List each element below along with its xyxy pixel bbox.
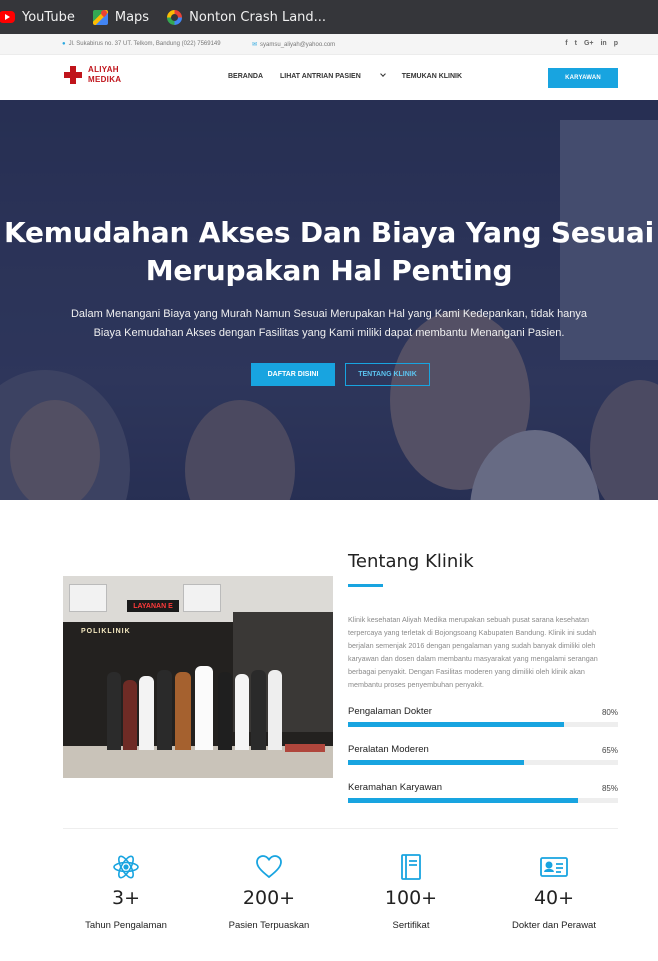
- email-text: syamsu_aliyah@yahoo.com: [260, 41, 336, 48]
- photo-mat: [285, 744, 325, 752]
- youtube-icon: [0, 11, 15, 23]
- karyawan-button[interactable]: KARYAWAN: [548, 68, 618, 88]
- stat-label: Pasien Terpuaskan: [228, 920, 310, 931]
- twitter-icon[interactable]: t: [575, 40, 577, 47]
- photo-person: [175, 672, 191, 750]
- skill-label: Keramahan Karyawan: [348, 782, 442, 793]
- nav-menu: BERANDA LIHAT ANTRIAN PASIEN TEMUKAN KLI…: [228, 71, 479, 80]
- medical-cross-icon: [64, 66, 82, 84]
- site-logo[interactable]: ALIYAH MEDIKA: [64, 65, 121, 85]
- nav-item-beranda[interactable]: BERANDA: [228, 73, 263, 80]
- photo-person: [139, 676, 154, 750]
- daftar-disini-button[interactable]: DAFTAR DISINI: [251, 363, 335, 386]
- logo-text: ALIYAH MEDIKA: [88, 65, 121, 85]
- photo-person: [157, 670, 172, 750]
- hero-banner: Kemudahan Akses Dan Biaya Yang Sesuai Me…: [0, 100, 658, 500]
- stat-item: 200+ Pasien Terpuaskan: [199, 852, 339, 931]
- title-underline: [348, 584, 383, 587]
- about-text: Klinik kesehatan Aliyah Medika merupakan…: [348, 615, 598, 690]
- pinterest-icon[interactable]: p: [614, 40, 618, 47]
- hero-title: Kemudahan Akses Dan Biaya Yang Sesuai Me…: [4, 216, 654, 287]
- bookmark-label: Nonton Crash Land...: [189, 9, 327, 25]
- skill-bar: Peralatan Moderen 65%: [348, 744, 618, 765]
- skill-track: [348, 722, 618, 727]
- stat-label: Dokter dan Perawat: [512, 920, 596, 931]
- chevron-down-icon: [379, 71, 386, 77]
- skill-fill: [348, 760, 524, 765]
- facebook-icon[interactable]: f: [565, 40, 567, 47]
- site-icon: [167, 9, 183, 25]
- stat-label: Sertifikat: [392, 920, 430, 931]
- bookmarks-bar: YouTube Maps Nonton Crash Land...: [0, 0, 658, 34]
- photo-person: [123, 680, 137, 750]
- skill-fill: [348, 722, 564, 727]
- envelope-icon: ✉: [252, 42, 258, 48]
- photo-person: [268, 670, 282, 750]
- email-info: ✉ syamsu_aliyah@yahoo.com: [252, 41, 336, 49]
- section-divider: [63, 828, 618, 829]
- nav-item-lihat-antrian[interactable]: LIHAT ANTRIAN PASIEN: [280, 71, 386, 80]
- stat-label: Tahun Pengalaman: [85, 920, 167, 931]
- photo-sign-text: POLIKLINIK: [81, 628, 131, 635]
- photo-person: [195, 666, 213, 750]
- bookmark-label: YouTube: [22, 9, 75, 25]
- bookmark-label: Maps: [114, 9, 150, 25]
- skill-bar: Keramahan Karyawan 85%: [348, 782, 618, 803]
- photo-ac-unit: [69, 584, 107, 612]
- certificate-icon: [341, 852, 481, 882]
- maps-icon: [92, 9, 108, 25]
- stat-number: 100+: [384, 887, 438, 909]
- bookmark-maps[interactable]: Maps: [92, 0, 150, 34]
- stat-item: 40+ Dokter dan Perawat: [484, 852, 624, 931]
- linkedin-icon[interactable]: in: [600, 40, 606, 47]
- skill-label: Peralatan Moderen: [348, 744, 429, 755]
- tentang-klinik-button[interactable]: TENTANG KLINIK: [345, 363, 430, 386]
- stat-item: 100+ Sertifikat: [341, 852, 481, 931]
- skill-percent: 65%: [601, 746, 618, 755]
- atom-icon: [56, 852, 196, 882]
- stat-number: 200+: [242, 887, 296, 909]
- logo-line-1: ALIYAH: [88, 65, 119, 74]
- heart-icon: [199, 852, 339, 882]
- bookmark-youtube[interactable]: YouTube: [0, 0, 75, 34]
- skill-fill: [348, 798, 578, 803]
- photo-sign-text: LAYANAN E: [133, 602, 173, 610]
- skill-track: [348, 798, 618, 803]
- photo-sign-poliklinik: POLIKLINIK: [81, 628, 149, 640]
- bookmark-site[interactable]: Nonton Crash Land...: [167, 0, 326, 34]
- photo-ac-unit: [183, 584, 221, 612]
- main-nav: ALIYAH MEDIKA BERANDA LIHAT ANTRIAN PASI…: [0, 56, 658, 100]
- skill-percent: 80%: [601, 708, 618, 717]
- photo-person: [218, 672, 232, 750]
- address-info: ● Jl. Sukabirus no. 37 UT. Telkom, Bandu…: [62, 41, 221, 47]
- skill-label: Pengalaman Dokter: [348, 706, 432, 717]
- top-info-bar: ● Jl. Sukabirus no. 37 UT. Telkom, Bandu…: [0, 34, 658, 55]
- stat-number: 40+: [533, 887, 575, 909]
- nav-item-label: LIHAT ANTRIAN PASIEN: [280, 73, 361, 80]
- photo-person: [235, 674, 249, 750]
- nav-item-temukan-klinik[interactable]: TEMUKAN KLINIK: [402, 73, 462, 80]
- photo-sign-layanan: LAYANAN E: [127, 600, 179, 612]
- photo-person: [107, 672, 121, 750]
- hero-text: Dalam Menangani Biaya yang Murah Namun S…: [70, 308, 588, 339]
- social-links: f t G+ in p: [565, 40, 618, 47]
- map-marker-icon: ●: [62, 41, 66, 47]
- stat-item: 3+ Tahun Pengalaman: [56, 852, 196, 931]
- stat-number: 3+: [111, 887, 140, 909]
- logo-line-2: MEDIKA: [88, 75, 122, 84]
- hero-overlay: [0, 100, 658, 500]
- skill-percent: 85%: [601, 784, 618, 793]
- clinic-photo: LAYANAN E POLIKLINIK: [63, 576, 333, 778]
- skill-bar: Pengalaman Dokter 80%: [348, 706, 618, 727]
- about-title: Tentang Klinik: [348, 551, 474, 572]
- skill-track: [348, 760, 618, 765]
- photo-person: [251, 670, 266, 750]
- id-card-icon: [484, 852, 624, 882]
- address-text: Jl. Sukabirus no. 37 UT. Telkom, Bandung…: [68, 41, 221, 47]
- google-plus-icon[interactable]: G+: [584, 40, 594, 47]
